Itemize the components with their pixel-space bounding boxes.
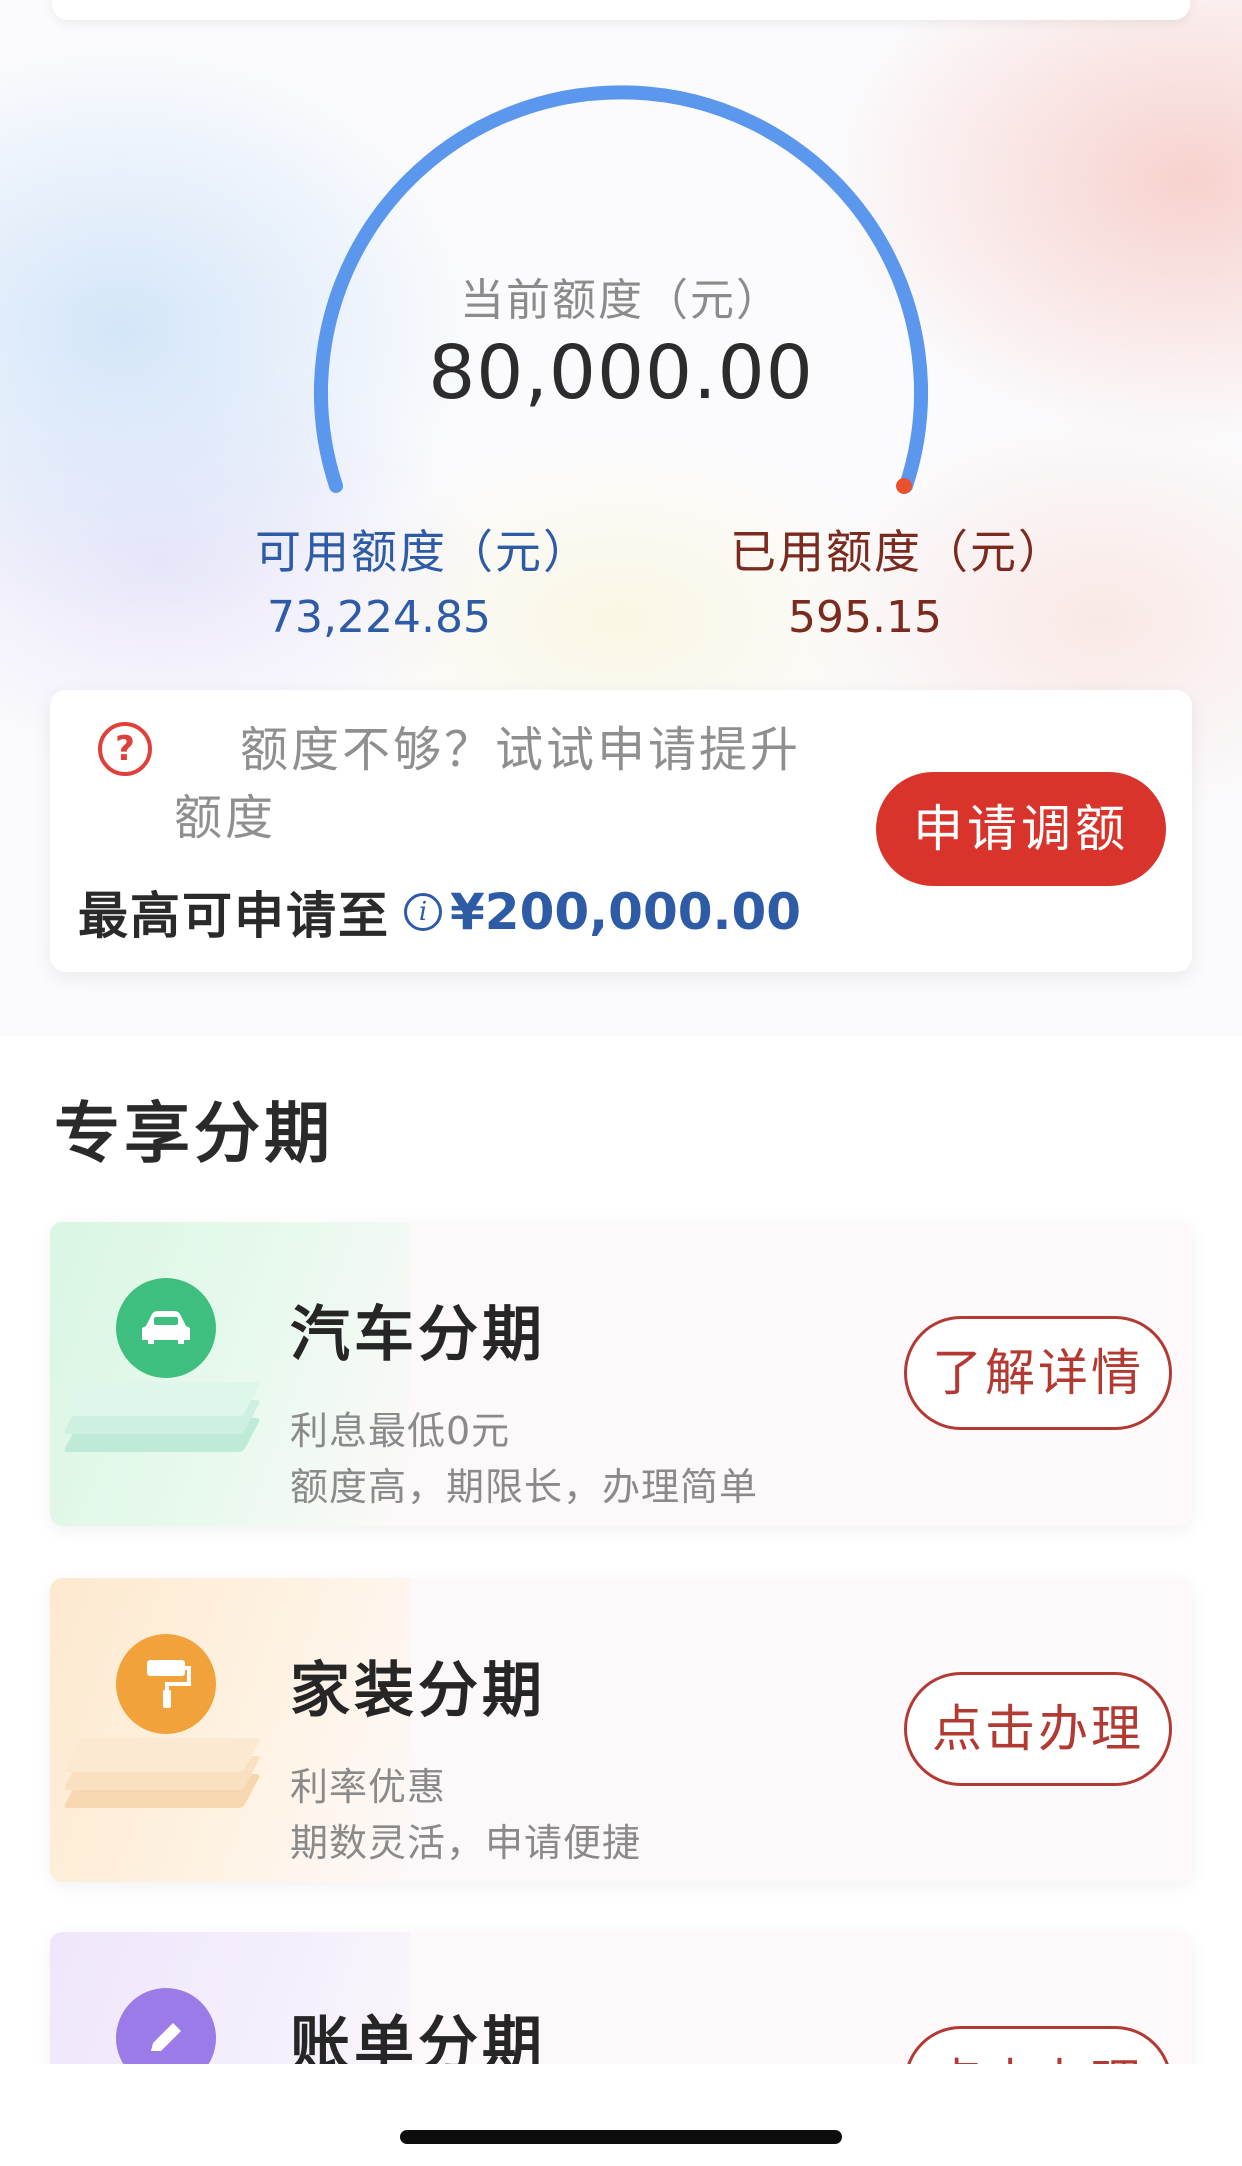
paint-roller-icon [116, 1634, 216, 1734]
car-illustration [62, 1278, 262, 1478]
product-highlight: 利率优惠 [290, 1765, 447, 1809]
apply-adjust-button[interactable]: 申请调额 [876, 772, 1166, 886]
apply-now-button[interactable]: 点击办理 [904, 1672, 1172, 1786]
illus-layer [62, 1382, 262, 1416]
learn-more-button[interactable]: 了解详情 [904, 1316, 1172, 1430]
used-limit-value: 595.15 [788, 592, 942, 643]
product-card-car[interactable]: 汽车分期 利息最低0元 额度高，期限长，办理简单 了解详情 [50, 1222, 1192, 1526]
product-description: 期数灵活，申请便捷 [290, 1821, 642, 1865]
product-card-home-decor[interactable]: 家装分期 利率优惠 期数灵活，申请便捷 点击办理 [50, 1578, 1192, 1882]
gauge-arc [314, 85, 928, 494]
max-apply-label: 最高可申请至 [78, 887, 390, 945]
max-apply-row: 最高可申请至 i ¥200,000.00 [78, 876, 801, 948]
product-name: 汽车分期 [290, 1300, 546, 1370]
raise-limit-hint: 额度不够？试试申请提升额度 [174, 722, 802, 846]
max-apply-value: ¥200,000.00 [450, 883, 802, 941]
available-limit-value: 73,224.85 [267, 592, 491, 643]
illus-layer [62, 1738, 262, 1772]
bottom-safe-area [0, 2064, 1242, 2166]
available-limit: 可用额度（元） 73,224.85 [255, 516, 591, 643]
product-description: 额度高，期限长，办理简单 [290, 1465, 759, 1509]
used-limit: 已用额度（元） 595.15 [730, 516, 1066, 643]
credit-limit-page: 当前额度（元） 80,000.00 可用额度（元） 73,224.85 已用额度… [0, 0, 1242, 2166]
available-limit-label: 可用额度（元） [255, 525, 591, 579]
product-name: 家装分期 [290, 1656, 546, 1726]
current-limit-value: 80,000.00 [428, 330, 814, 416]
current-limit-title: 当前额度（元） [460, 275, 782, 326]
home-indicator[interactable] [400, 2130, 842, 2144]
home-decor-illustration [62, 1634, 262, 1834]
gauge-arc-used-marker [896, 478, 912, 494]
info-icon[interactable]: i [404, 893, 442, 931]
product-highlight: 利息最低0元 [290, 1409, 511, 1453]
car-icon [116, 1278, 216, 1378]
used-limit-label: 已用额度（元） [730, 525, 1066, 579]
raise-limit-card: ? 额度不够？试试申请提升额度 最高可申请至 i ¥200,000.00 申请调… [50, 690, 1192, 972]
credit-gauge: 当前额度（元） 80,000.00 [0, 0, 1242, 520]
section-title: 专享分期 [54, 1095, 334, 1172]
